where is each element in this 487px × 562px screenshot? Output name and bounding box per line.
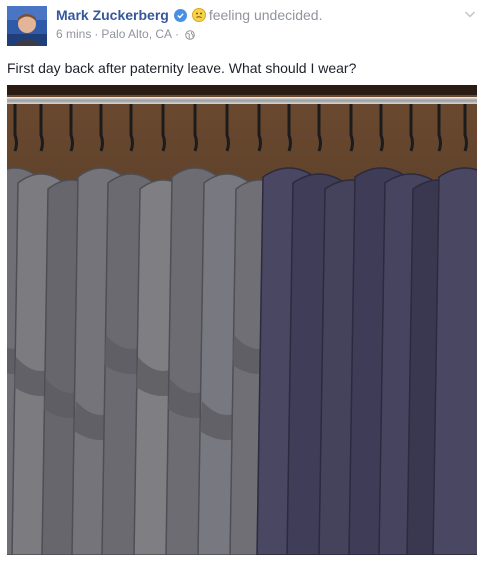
hanger-hook (129, 104, 134, 152)
hanger-hook (39, 104, 44, 152)
post-message: First day back after paternity leave. Wh… (7, 60, 357, 76)
hanger-hook (257, 104, 262, 152)
post-card: Mark Zuckerberg feeling undecided. 6 min… (0, 0, 487, 562)
feeling-status[interactable]: feeling undecided. (209, 7, 323, 23)
hanger-hook (99, 104, 104, 152)
undecided-face-icon (191, 8, 206, 22)
closet-photo-illustration (7, 85, 477, 555)
hanger-hook (463, 104, 468, 152)
post-location-link[interactable]: Palo Alto, CA (101, 27, 172, 41)
verified-badge-icon (173, 8, 187, 22)
hanger-hook (225, 104, 230, 152)
hanger-hook (409, 104, 414, 152)
hanger-hook (317, 104, 322, 152)
post-header: Mark Zuckerberg feeling undecided. (56, 5, 322, 25)
hanger-hook (13, 104, 18, 152)
hanger-hook (161, 104, 166, 152)
meta-separator: · (94, 27, 99, 41)
meta-separator: · (175, 27, 180, 41)
author-name-link[interactable]: Mark Zuckerberg (56, 7, 169, 23)
post-photo[interactable] (7, 85, 477, 555)
hanger-hook (437, 104, 442, 152)
hanger-hook (193, 104, 198, 152)
post-timestamp-link[interactable]: 6 mins (56, 27, 91, 41)
hanger-hook (349, 104, 354, 152)
hanger-hook (287, 104, 292, 152)
hanger-hook (69, 104, 74, 152)
post-meta: 6 mins · Palo Alto, CA · (56, 26, 195, 42)
hanger-hook (379, 104, 384, 152)
avatar[interactable] (7, 6, 47, 46)
globe-icon[interactable] (185, 29, 195, 40)
chevron-down-icon[interactable] (464, 7, 476, 19)
shirt (432, 167, 477, 555)
